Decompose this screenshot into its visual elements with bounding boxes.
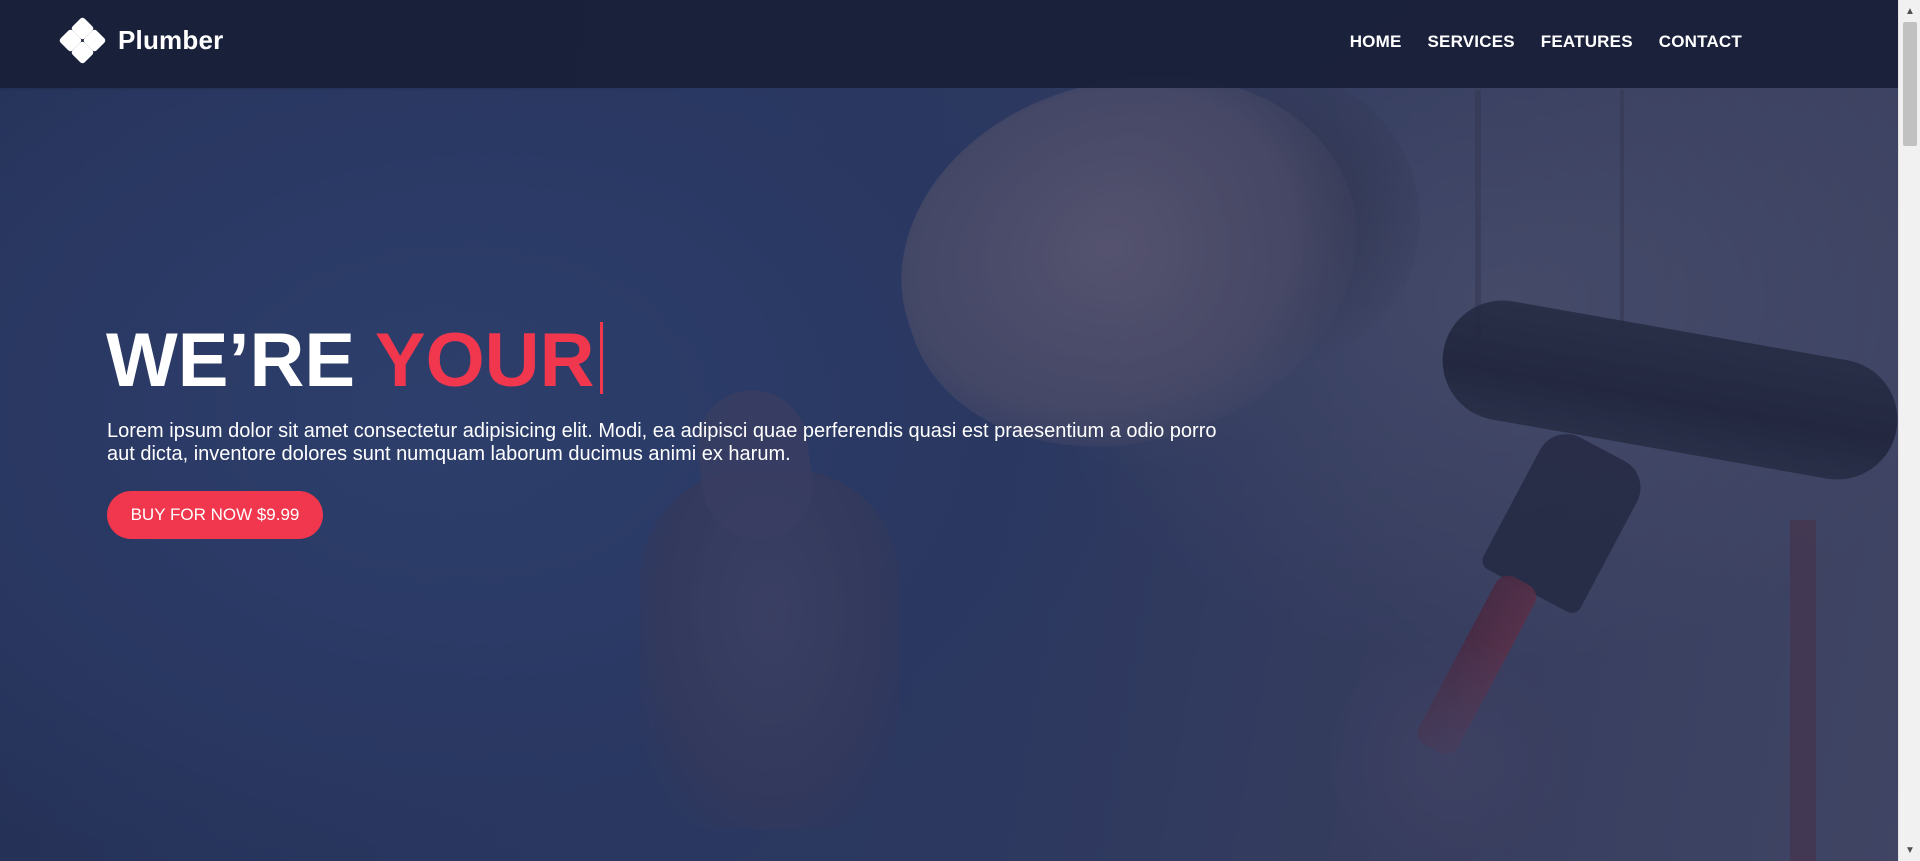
navbar: Plumber HOME SERVICES FEATURES CONTACT	[0, 0, 1898, 88]
nav-features-link[interactable]: FEATURES	[1541, 32, 1633, 52]
nav-home-link[interactable]: HOME	[1350, 32, 1402, 52]
nav-services-link[interactable]: SERVICES	[1428, 32, 1515, 52]
hero-headline: WE’RE YOUR	[106, 322, 604, 399]
typing-cursor	[600, 322, 604, 394]
scroll-up-arrow-icon[interactable]: ▲	[1899, 0, 1920, 22]
nav-contact-link[interactable]: CONTACT	[1659, 32, 1742, 52]
main-nav: HOME SERVICES FEATURES CONTACT	[1350, 32, 1742, 52]
scrollbar-thumb[interactable]	[1903, 22, 1917, 146]
scroll-down-arrow-icon[interactable]: ▼	[1899, 839, 1920, 861]
hero-section: WE’RE YOUR Lorem ipsum dolor sit amet co…	[0, 0, 1898, 861]
four-diamond-logo-icon	[58, 16, 107, 65]
headline-prefix: WE’RE	[106, 318, 356, 403]
hero-description: Lorem ipsum dolor sit amet consectetur a…	[107, 420, 1217, 465]
vertical-scrollbar[interactable]: ▲ ▼	[1898, 0, 1920, 861]
headline-accent-word: YOUR	[374, 318, 595, 403]
brand-name: Plumber	[118, 24, 224, 55]
buy-now-button[interactable]: BUY FOR NOW $9.99	[107, 491, 323, 539]
brand-logo-link[interactable]: Plumber	[58, 16, 224, 65]
